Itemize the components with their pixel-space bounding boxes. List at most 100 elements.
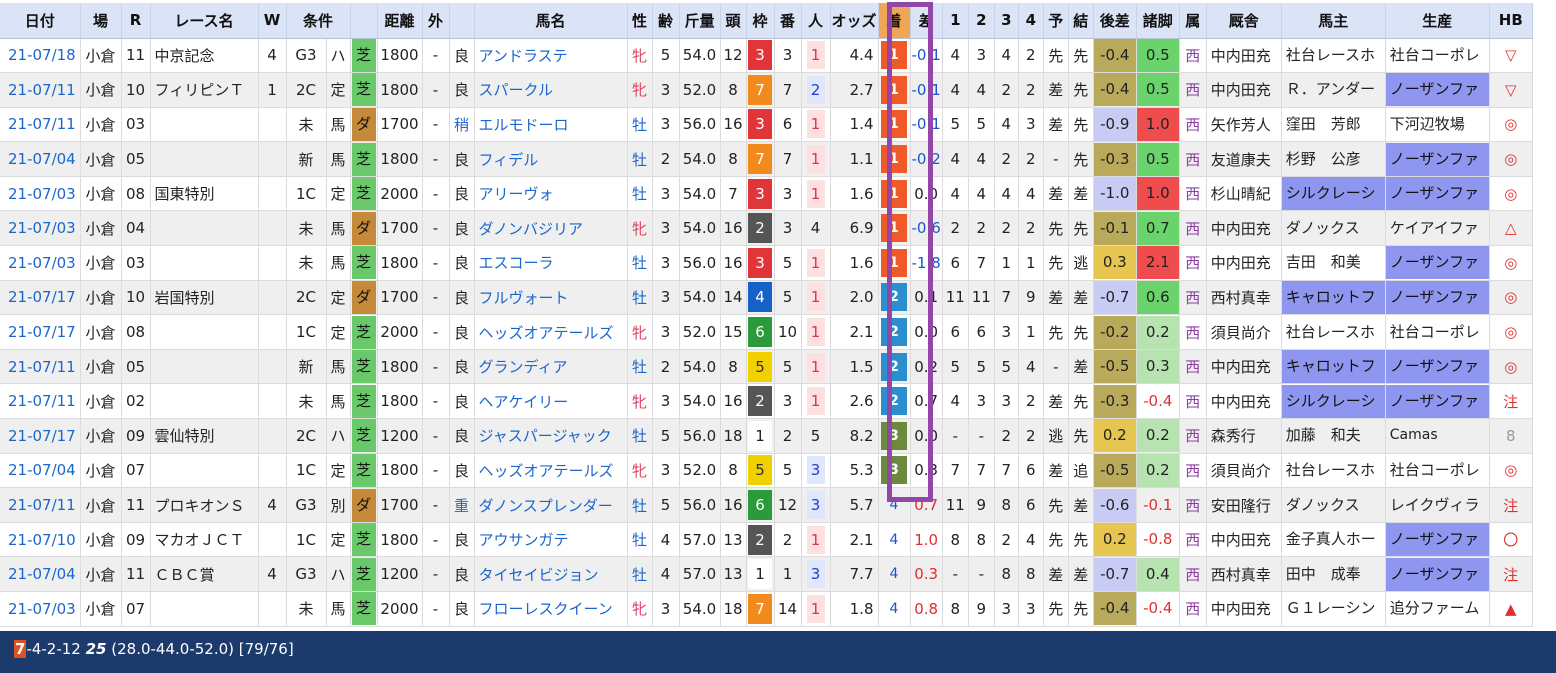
- race-name[interactable]: ＣＢＣ賞: [150, 556, 259, 592]
- col-hb[interactable]: HB: [1489, 3, 1533, 39]
- col-w[interactable]: W: [258, 3, 287, 39]
- horse-name-link[interactable]: フローレスクイーン: [474, 591, 628, 627]
- col-corner-4[interactable]: 4: [1018, 3, 1044, 39]
- race-name[interactable]: [150, 314, 259, 350]
- col-result-style[interactable]: 結: [1068, 3, 1094, 39]
- col-breeder[interactable]: 生産: [1385, 3, 1490, 39]
- race-date[interactable]: 21-07/03: [0, 210, 81, 247]
- col-age[interactable]: 齢: [652, 3, 680, 39]
- table-row[interactable]: 21-07/03 小倉 04 未馬ダ 1700- 良ダノンバジリア牝 3 54.0 16 2 3 4 6…: [0, 210, 1533, 247]
- race-name[interactable]: [150, 245, 259, 281]
- race-date[interactable]: 21-07/11: [0, 349, 81, 385]
- horse-name-link[interactable]: エスコーラ: [474, 245, 628, 281]
- table-row[interactable]: 21-07/11 小倉 11 プロキオンＳ 4 G3 別ダ 1700- 重ダノンスプレンダー牡 5…: [0, 487, 1533, 523]
- table-row[interactable]: 21-07/04 小倉 07 1C 定芝 1800- 良ヘッズオアテールズ牝 3 52.0 8 5 5…: [0, 453, 1533, 489]
- horse-name-link[interactable]: ジャスパージャック: [474, 418, 628, 454]
- table-row[interactable]: 21-07/17 小倉 08 1C 定芝 2000- 良ヘッズオアテールズ牝 3 52.0 15 6…: [0, 314, 1533, 350]
- table-row[interactable]: 21-07/18 小倉 11 中京記念 4 G3 ハ芝 1800- 良アンドラステ牝 5 54.0 1…: [0, 38, 1533, 74]
- col-popularity[interactable]: 人: [801, 3, 831, 39]
- col-leg-score[interactable]: 諸脚: [1136, 3, 1180, 39]
- table-row[interactable]: 21-07/17 小倉 09 雲仙特別 2C ハ芝 1200- 良ジャスパージャック牡 5 56.…: [0, 418, 1533, 454]
- race-name[interactable]: 国東特別: [150, 176, 259, 212]
- table-row[interactable]: 21-07/03 小倉 08 国東特別 1C 定芝 2000- 良アリーヴォ牡 3 54.0 7 3 3…: [0, 176, 1533, 212]
- race-date[interactable]: 21-07/04: [0, 453, 81, 489]
- col-odds[interactable]: オッズ: [830, 3, 879, 39]
- race-date[interactable]: 21-07/17: [0, 280, 81, 316]
- race-date[interactable]: 21-07/04: [0, 556, 81, 592]
- race-name[interactable]: 岩国特別: [150, 280, 259, 316]
- race-date[interactable]: 21-07/17: [0, 314, 81, 350]
- race-date[interactable]: 21-07/11: [0, 383, 81, 420]
- col-horse-name[interactable]: 馬名: [474, 3, 628, 39]
- race-date[interactable]: 21-07/10: [0, 522, 81, 558]
- col-owner[interactable]: 馬主: [1281, 3, 1386, 39]
- race-date[interactable]: 21-07/03: [0, 176, 81, 212]
- horse-name-link[interactable]: ヘアケイリー: [474, 383, 628, 420]
- horse-name-link[interactable]: アリーヴォ: [474, 176, 628, 212]
- race-name[interactable]: [150, 107, 259, 143]
- col-weight[interactable]: 斤量: [679, 3, 721, 39]
- col-belong[interactable]: 属: [1179, 3, 1207, 39]
- table-row[interactable]: 21-07/17 小倉 10 岩国特別 2C 定ダ 1700- 良フルヴォート牡 3 54.0 14…: [0, 280, 1533, 316]
- race-date[interactable]: 21-07/04: [0, 141, 81, 177]
- table-row[interactable]: 21-07/04 小倉 05 新馬芝 1800- 良フィデル牡 2 54.0 8 7 7 1 1.1 1-…: [0, 141, 1533, 177]
- horse-name-link[interactable]: ダノンバジリア: [474, 210, 628, 247]
- horse-name-link[interactable]: ダノンスプレンダー: [474, 487, 628, 523]
- race-name[interactable]: [150, 141, 259, 177]
- col-heads[interactable]: 頭: [720, 3, 747, 39]
- race-name[interactable]: 中京記念: [150, 38, 259, 74]
- col-race-name[interactable]: レース名: [150, 3, 259, 39]
- race-name[interactable]: マカオＪＣＴ: [150, 522, 259, 558]
- col-outer[interactable]: 外: [422, 3, 450, 39]
- race-name[interactable]: フィリピンＴ: [150, 72, 259, 108]
- horse-name-link[interactable]: フルヴォート: [474, 280, 628, 316]
- horse-name-link[interactable]: エルモドーロ: [474, 107, 628, 143]
- race-date[interactable]: 21-07/11: [0, 107, 81, 143]
- col-condition[interactable]: 条件: [286, 3, 351, 39]
- col-waku[interactable]: 枠: [746, 3, 775, 39]
- race-date[interactable]: 21-07/03: [0, 245, 81, 281]
- col-race-number[interactable]: R: [121, 3, 151, 39]
- race-name[interactable]: 雲仙特別: [150, 418, 259, 454]
- col-sex[interactable]: 性: [627, 3, 653, 39]
- col-corner-1[interactable]: 1: [942, 3, 969, 39]
- horse-name-link[interactable]: グランディア: [474, 349, 628, 385]
- race-name[interactable]: [150, 383, 259, 420]
- col-place[interactable]: 場: [80, 3, 122, 39]
- col-corner-2[interactable]: 2: [968, 3, 995, 39]
- table-row[interactable]: 21-07/03 小倉 03 未馬芝 1800- 良エスコーラ牡 3 56.0 16 3 5 1 1.6…: [0, 245, 1533, 281]
- col-distance[interactable]: 距離: [377, 3, 423, 39]
- race-name[interactable]: [150, 591, 259, 627]
- table-row[interactable]: 21-07/11 小倉 10 フィリピンＴ 1 2C 定芝 1800- 良スパークル牝 3 52.0…: [0, 72, 1533, 108]
- race-date[interactable]: 21-07/11: [0, 487, 81, 523]
- race-date[interactable]: 21-07/03: [0, 591, 81, 627]
- col-date[interactable]: 日付: [0, 3, 81, 39]
- horse-name-link[interactable]: アンドラステ: [474, 38, 628, 74]
- col-late-diff[interactable]: 後差: [1093, 3, 1137, 39]
- race-date[interactable]: 21-07/11: [0, 72, 81, 108]
- table-row[interactable]: 21-07/04 小倉 11 ＣＢＣ賞 4 G3 ハ芝 1200- 良タイセイビジョン牡 4 57.…: [0, 556, 1533, 592]
- table-row[interactable]: 21-07/11 小倉 02 未馬芝 1800- 良ヘアケイリー牝 3 54.0 16 2 3 1 2.…: [0, 383, 1533, 420]
- horse-name-link[interactable]: スパークル: [474, 72, 628, 108]
- table-row[interactable]: 21-07/10 小倉 09 マカオＪＣＴ 1C 定芝 1800- 良アウサンガテ牡 4 57.0…: [0, 522, 1533, 558]
- horse-name-link[interactable]: タイセイビジョン: [474, 556, 628, 592]
- col-number[interactable]: 番: [774, 3, 802, 39]
- race-name[interactable]: [150, 349, 259, 385]
- col-diff[interactable]: 差: [910, 3, 943, 39]
- col-forecast[interactable]: 予: [1043, 3, 1069, 39]
- table-row[interactable]: 21-07/11 小倉 05 新馬芝 1800- 良グランディア牡 2 54.0 8 5 5 1 1.5…: [0, 349, 1533, 385]
- horse-name-link[interactable]: フィデル: [474, 141, 628, 177]
- race-date[interactable]: 21-07/18: [0, 38, 81, 74]
- race-name[interactable]: [150, 210, 259, 247]
- col-finish[interactable]: 着: [878, 3, 911, 39]
- table-row[interactable]: 21-07/03 小倉 07 未馬芝 2000- 良フローレスクイーン牝 3 54.0 18 7 1…: [0, 591, 1533, 627]
- horse-name-link[interactable]: ヘッズオアテールズ: [474, 314, 628, 350]
- race-date[interactable]: 21-07/17: [0, 418, 81, 454]
- col-corner-3[interactable]: 3: [994, 3, 1019, 39]
- col-stable[interactable]: 厩舎: [1206, 3, 1282, 39]
- race-name[interactable]: [150, 453, 259, 489]
- horse-name-link[interactable]: アウサンガテ: [474, 522, 628, 558]
- horse-name-link[interactable]: ヘッズオアテールズ: [474, 453, 628, 489]
- table-row[interactable]: 21-07/11 小倉 03 未馬ダ 1700- 稍エルモドーロ牡 3 56.0 16 3 6 1 1.…: [0, 107, 1533, 143]
- race-name[interactable]: プロキオンＳ: [150, 487, 259, 523]
